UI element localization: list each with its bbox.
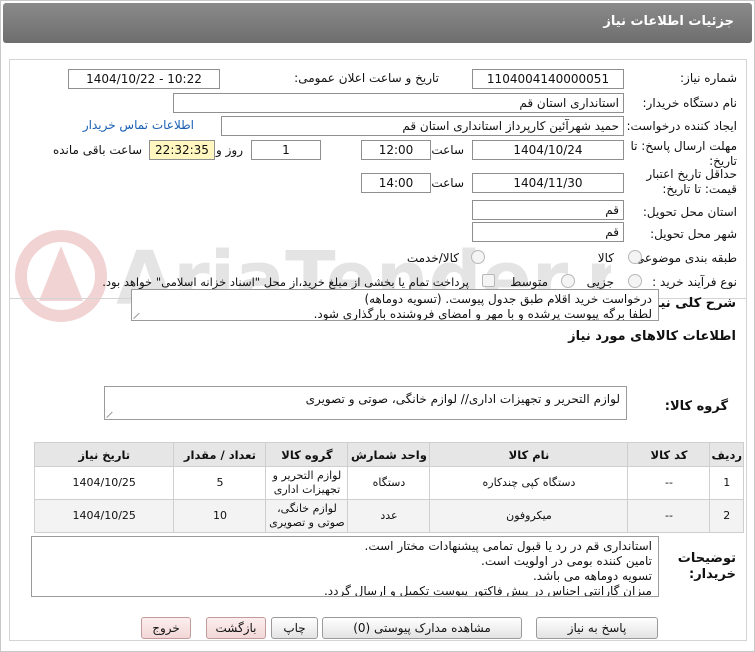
announce-field: 1404/10/22 - 10:22 — [68, 69, 220, 89]
buyer-org-field: استانداری استان قم — [173, 93, 624, 113]
category-goods-service-label: کالا/خدمت — [406, 251, 459, 265]
deadline-label: مهلت ارسال پاسخ: تا — [630, 139, 737, 153]
items-table: ردیف کد کالا نام کالا واحد شمارش گروه کا… — [33, 442, 744, 533]
col-date: تاریخ نیاز — [33, 442, 175, 467]
creator-field: حمید شهرآئین کارپرداز استانداری استان قم — [221, 116, 624, 136]
details-panel: جزئیات اطلاعات نیاز AriaTender.neT شماره… — [0, 0, 755, 652]
resize-handle-icon[interactable] — [107, 410, 115, 418]
category-goods-radio[interactable] — [628, 250, 642, 264]
cell-date: 1404/10/25 — [33, 499, 175, 533]
col-name: نام کالا — [429, 442, 629, 467]
category-goods-service-radio[interactable] — [471, 250, 485, 264]
remaining-label: ساعت باقی مانده — [52, 143, 142, 157]
back-button[interactable]: بازگشت — [206, 617, 266, 639]
category-label: طبقه بندی موضوعی: — [630, 251, 737, 265]
cell-name: میکروفون — [429, 499, 629, 533]
cell-name: دستگاه کپی چندکاره — [429, 466, 629, 500]
buyer-org-label: نام دستگاه خریدار: — [642, 96, 738, 110]
validity-time-field: 14:00 — [361, 173, 431, 193]
contact-buyer-link[interactable]: اطلاعات تماس خریدار — [83, 118, 194, 132]
cell-qty: 5 — [173, 466, 267, 500]
category-goods-label: کالا — [597, 251, 614, 265]
validity-date-field: 1404/11/30 — [472, 173, 624, 193]
validity-label: حداقل تاریخ اعتبار — [646, 167, 737, 181]
buyer-note-line-3: تسویه دوماهه می باشد. — [532, 569, 652, 583]
summary-line-2: لطفا برگه پیوست پرشده و با مهر و امضای ف… — [313, 307, 652, 321]
cell-unit: دستگاه — [347, 466, 431, 500]
col-qty: تعداد / مقدار — [173, 442, 267, 467]
deadline-time-field: 12:00 — [361, 140, 431, 160]
validity-label-2: قیمت: تا تاریخ: — [662, 182, 737, 196]
announce-label: تاریخ و ساعت اعلان عمومی: — [294, 71, 439, 85]
validity-time-label: ساعت — [431, 176, 464, 190]
buyer-note-line-2: تامین کننده بومی در اولویت است. — [481, 554, 652, 568]
cell-row: 1 — [709, 466, 744, 500]
col-code: کد کالا — [627, 442, 711, 467]
cell-row: 2 — [709, 499, 744, 533]
cell-date: 1404/10/25 — [33, 466, 175, 500]
table-row: 1 -- دستگاه کپی چندکاره دستگاه لوازم الت… — [33, 466, 744, 500]
province-field: قم — [472, 200, 624, 220]
page-title: جزئیات اطلاعات نیاز — [603, 14, 734, 29]
table-header-row: ردیف کد کالا نام کالا واحد شمارش گروه کا… — [33, 442, 744, 467]
view-attachments-button[interactable]: مشاهده مدارک پیوستی (0) — [322, 617, 522, 639]
print-button[interactable]: چاپ — [271, 617, 318, 639]
cell-group: لوازم خانگی، صوتی و تصویری — [265, 499, 349, 533]
province-label: استان محل تحویل: — [642, 205, 737, 219]
cell-code: -- — [627, 499, 711, 533]
col-row: ردیف — [709, 442, 744, 467]
days-field: 1 — [251, 140, 321, 160]
exit-button[interactable]: خروج — [141, 617, 191, 639]
city-field: قم — [472, 222, 624, 242]
goods-info-heading: اطلاعات کالاهای مورد نیاز — [568, 329, 736, 344]
deadline-date-field: 1404/10/24 — [472, 140, 624, 160]
creator-label: ایجاد کننده درخواست: — [626, 119, 737, 133]
cell-unit: عدد — [347, 499, 431, 533]
summary-textarea[interactable]: درخواست خرید اقلام طبق جدول پیوست. (تسوی… — [131, 289, 659, 321]
cell-code: -- — [627, 466, 711, 500]
buyer-note-line-1: استانداری قم در رد یا قبول تمامی پیشنهاد… — [364, 539, 652, 553]
buyer-notes-label: توضیحات خریدار: — [677, 551, 736, 582]
table-row: 2 -- میکروفون عدد لوازم خانگی، صوتی و تص… — [33, 499, 744, 533]
buyer-notes-textarea[interactable]: استانداری قم در رد یا قبول تمامی پیشنهاد… — [31, 536, 659, 597]
reply-button[interactable]: پاسخ به نیاز — [536, 617, 658, 639]
goods-group-value: لوازم التحریر و تجهیزات اداری// لوازم خا… — [305, 392, 620, 406]
buyer-note-line-4: میزان گارانتی اجناس در پیش فاکتور پیوست … — [323, 584, 652, 597]
col-group: گروه کالا — [265, 442, 349, 467]
goods-group-textarea[interactable]: لوازم التحریر و تجهیزات اداری// لوازم خا… — [104, 386, 627, 420]
goods-group-label: گروه کالا: — [664, 399, 728, 414]
need-number-field: 1104004140000051 — [472, 69, 624, 89]
city-label: شهر محل تحویل: — [650, 227, 737, 241]
cell-group: لوازم التحریر و تجهیزات اداری — [265, 466, 349, 500]
deadline-label-2: تاریخ: — [709, 154, 737, 168]
days-label: روز و — [216, 143, 243, 157]
title-bar: جزئیات اطلاعات نیاز — [3, 3, 752, 43]
col-unit: واحد شمارش — [347, 442, 431, 467]
summary-line-1: درخواست خرید اقلام طبق جدول پیوست. (تسوی… — [364, 292, 652, 306]
cell-qty: 10 — [173, 499, 267, 533]
need-number-label: شماره نیاز: — [680, 71, 737, 85]
resize-handle-icon[interactable] — [134, 311, 142, 319]
deadline-time-label: ساعت — [431, 143, 464, 157]
remaining-time-field: 22:32:35 — [149, 140, 215, 160]
